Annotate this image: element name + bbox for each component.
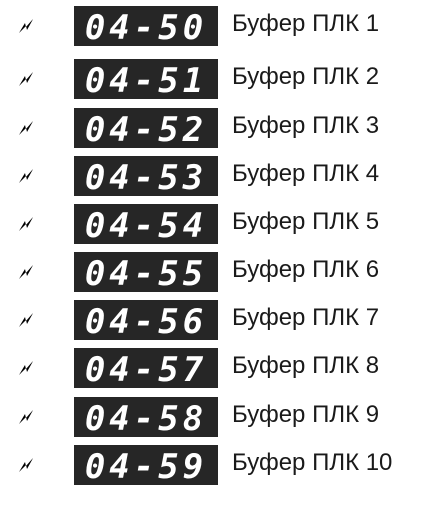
parameter-label: Буфер ПЛК 5	[232, 208, 380, 235]
parameter-row: 04-56 Буфер ПЛК 7	[0, 296, 430, 340]
parameter-code-display: 04-59	[74, 445, 218, 485]
parameter-code: 04-57	[85, 350, 207, 388]
parameter-code: 04-52	[85, 110, 207, 148]
parameter-code-display: 04-58	[74, 397, 218, 437]
parameter-label: Буфер ПЛК 1	[232, 10, 380, 37]
parameter-row: 04-55 Буфер ПЛК 6	[0, 248, 430, 292]
parameter-code: 04-55	[85, 254, 207, 292]
parameter-row: 04-57 Буфер ПЛК 8	[0, 344, 430, 388]
parameter-row: 04-54 Буфер ПЛК 5	[0, 200, 430, 244]
parameter-label: Буфер ПЛК 7	[232, 304, 380, 331]
parameter-code: 04-58	[85, 399, 207, 437]
parameter-row: 04-51 Буфер ПЛК 2	[0, 55, 430, 99]
parameter-label: Буфер ПЛК 6	[232, 256, 380, 283]
run-mode-icon	[16, 166, 36, 186]
parameter-code-display: 04-53	[74, 156, 218, 196]
parameter-list: 04-50 Буфер ПЛК 1 04-51 Буфер ПЛК 2 04-5…	[0, 0, 430, 528]
run-mode-icon	[16, 262, 36, 282]
parameter-label: Буфер ПЛК 4	[232, 160, 380, 187]
parameter-label: Буфер ПЛК 8	[232, 352, 380, 379]
run-mode-icon	[16, 358, 36, 378]
parameter-code: 04-56	[85, 302, 207, 340]
parameter-row: 04-58 Буфер ПЛК 9	[0, 393, 430, 437]
run-mode-icon	[16, 407, 36, 427]
run-mode-icon	[16, 310, 36, 330]
parameter-label: Буфер ПЛК 3	[232, 112, 380, 139]
parameter-label: Буфер ПЛК 10	[232, 449, 393, 476]
parameter-row: 04-52 Буфер ПЛК 3	[0, 104, 430, 148]
parameter-code-display: 04-50	[74, 6, 218, 46]
parameter-code: 04-54	[85, 206, 207, 244]
parameter-code: 04-59	[85, 447, 207, 485]
parameter-label: Буфер ПЛК 2	[232, 63, 380, 90]
parameter-code-display: 04-52	[74, 108, 218, 148]
run-mode-icon	[16, 69, 36, 89]
run-mode-icon	[16, 118, 36, 138]
parameter-row: 04-59 Буфер ПЛК 10	[0, 441, 430, 485]
parameter-code-display: 04-56	[74, 300, 218, 340]
run-mode-icon	[16, 214, 36, 234]
parameter-code: 04-53	[85, 158, 207, 196]
parameter-row: 04-50 Буфер ПЛК 1	[0, 2, 430, 46]
parameter-code: 04-50	[85, 8, 207, 46]
run-mode-icon	[16, 16, 36, 36]
parameter-code-display: 04-51	[74, 59, 218, 99]
parameter-label: Буфер ПЛК 9	[232, 401, 380, 428]
parameter-row: 04-53 Буфер ПЛК 4	[0, 152, 430, 196]
parameter-code: 04-51	[85, 61, 207, 99]
parameter-code-display: 04-55	[74, 252, 218, 292]
parameter-code-display: 04-57	[74, 348, 218, 388]
parameter-code-display: 04-54	[74, 204, 218, 244]
run-mode-icon	[16, 455, 36, 475]
